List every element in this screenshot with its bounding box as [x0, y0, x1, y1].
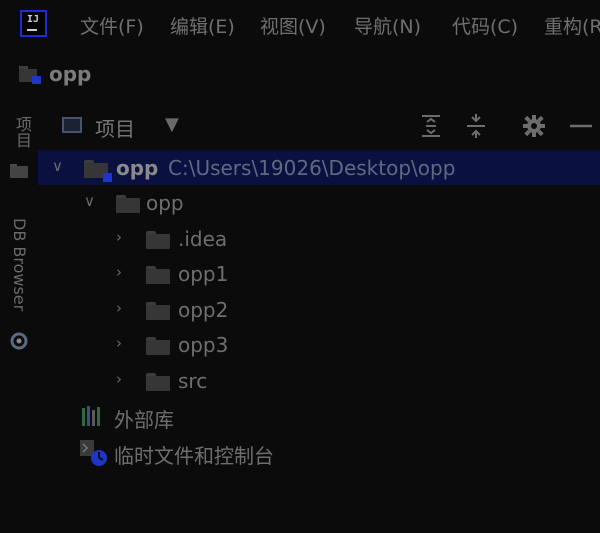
- ide-window: IJ 文件(F) 编辑(E) 视图(V) 导航(N) 代码(C) 重构(R) o…: [0, 0, 600, 533]
- menu-edit[interactable]: 编辑(E): [170, 12, 235, 39]
- menu-file[interactable]: 文件(F): [80, 12, 144, 39]
- chevron-right-icon[interactable]: ›: [116, 370, 132, 388]
- tree-row-opp1[interactable]: › opp1: [38, 256, 600, 291]
- tab-db-browser-label: DB Browser: [10, 218, 29, 312]
- tab-project[interactable]: 项目: [0, 114, 36, 184]
- tree-row-root[interactable]: ∨ opp C:\Users\19026\Desktop\opp: [38, 150, 600, 185]
- database-icon: [10, 332, 28, 350]
- menu-view[interactable]: 视图(V): [260, 12, 326, 39]
- left-tool-strip: 项目 DB Browser: [0, 100, 36, 533]
- tree-node-label: 临时文件和控制台: [114, 444, 274, 468]
- tree-node-label: 外部库: [114, 408, 174, 432]
- app-logo-icon[interactable]: IJ: [20, 10, 47, 37]
- project-tool-window-header: 项目 ▼: [38, 105, 600, 149]
- tree-root-path: C:\Users\19026\Desktop\opp: [168, 156, 456, 180]
- expand-all-icon[interactable]: [418, 113, 444, 139]
- tree-node-label: opp3: [178, 333, 229, 357]
- menu-code[interactable]: 代码(C): [452, 12, 518, 39]
- chevron-right-icon[interactable]: ›: [116, 228, 132, 246]
- folder-icon: [146, 266, 170, 284]
- tree-row-opp2[interactable]: › opp2: [38, 292, 600, 327]
- chevron-right-icon[interactable]: ›: [116, 299, 132, 317]
- menu-navigate[interactable]: 导航(N): [354, 12, 421, 39]
- folder-icon: [10, 164, 28, 178]
- chevron-right-icon[interactable]: ›: [116, 334, 132, 352]
- folder-icon: [116, 195, 140, 213]
- tree-row-external-libraries[interactable]: 外部库: [38, 398, 600, 433]
- tree-root-name: opp: [116, 156, 159, 180]
- tree-row-opp3[interactable]: › opp3: [38, 327, 600, 362]
- gear-icon[interactable]: [521, 113, 547, 139]
- tree-module-name: opp: [146, 191, 184, 215]
- tab-db-browser[interactable]: DB Browser: [0, 216, 36, 356]
- chevron-down-icon[interactable]: ∨: [84, 192, 100, 210]
- module-folder-icon: [84, 160, 112, 182]
- dropdown-arrow-icon[interactable]: ▼: [165, 114, 179, 135]
- chevron-right-icon[interactable]: ›: [116, 263, 132, 281]
- collapse-all-icon[interactable]: [463, 113, 489, 139]
- logo-text: IJ: [27, 14, 40, 25]
- folder-icon: [146, 231, 170, 249]
- scratch-console-icon: [80, 440, 107, 466]
- menu-refactor[interactable]: 重构(R): [544, 12, 600, 39]
- tree-row-src[interactable]: › src: [38, 363, 600, 398]
- folder-icon: [146, 337, 170, 355]
- library-icon: [82, 406, 104, 426]
- folder-icon: [146, 373, 170, 391]
- logo-bar: [27, 29, 37, 31]
- tree-node-label: opp1: [178, 262, 229, 286]
- chevron-down-icon[interactable]: ∨: [52, 157, 68, 175]
- tool-window-title[interactable]: 项目: [95, 113, 135, 142]
- tree-row-idea[interactable]: › .idea: [38, 221, 600, 256]
- folder-icon: [146, 302, 170, 320]
- tree-node-label: src: [178, 369, 208, 393]
- project-folder-icon: [19, 66, 41, 84]
- tree-row-module[interactable]: ∨ opp: [38, 185, 600, 220]
- tree-row-scratches[interactable]: 临时文件和控制台: [38, 434, 600, 469]
- tab-project-label: 项目: [13, 116, 32, 148]
- project-view-icon: [62, 117, 82, 133]
- minimize-icon[interactable]: [568, 113, 594, 139]
- navigation-bar: opp: [0, 54, 600, 98]
- project-title[interactable]: opp: [49, 62, 91, 86]
- tree-node-label: .idea: [178, 227, 228, 251]
- menu-bar: IJ 文件(F) 编辑(E) 视图(V) 导航(N) 代码(C) 重构(R): [0, 0, 600, 50]
- tree-node-label: opp2: [178, 298, 229, 322]
